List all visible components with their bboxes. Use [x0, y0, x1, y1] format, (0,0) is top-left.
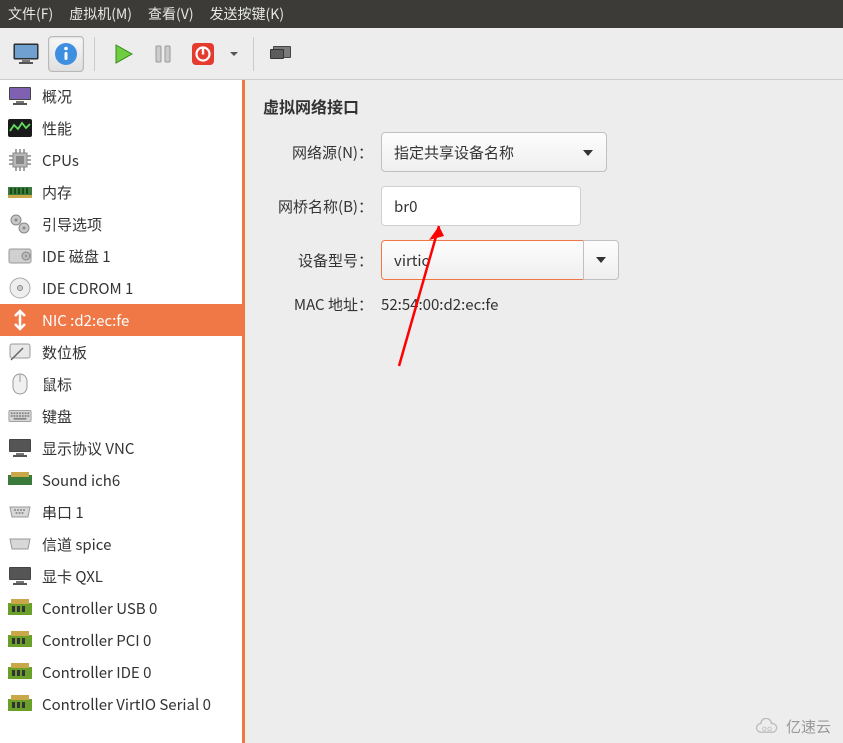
menu-file[interactable]: 文件(F) — [8, 4, 53, 24]
menu-sendkey[interactable]: 发送按键(K) — [210, 4, 285, 24]
device-model-dropdown-button[interactable] — [583, 240, 619, 280]
sidebar-item-label: Controller VirtIO Serial 0 — [42, 694, 211, 715]
sidebar-item-label: 串口 1 — [42, 502, 84, 523]
sidebar-item-serial[interactable]: 串口 1 — [0, 496, 242, 528]
sidebar-item-display[interactable]: 显示协议 VNC — [0, 432, 242, 464]
performance-icon — [8, 117, 32, 139]
fullscreen-button[interactable] — [264, 36, 300, 72]
poweroff-button[interactable] — [185, 36, 221, 72]
sidebar-item-overview[interactable]: 概况 — [0, 80, 242, 112]
toolbar — [0, 28, 843, 80]
watermark: 亿速云 — [754, 716, 831, 737]
sidebar-item-channel[interactable]: 信道 spice — [0, 528, 242, 560]
sidebar-item-ctrl-pci[interactable]: Controller PCI 0 — [0, 624, 242, 656]
network-source-value: 指定共享设备名称 — [394, 142, 514, 163]
sidebar-item-label: 引导选项 — [42, 214, 102, 235]
tablet-icon — [8, 341, 32, 363]
disk-icon — [8, 245, 32, 267]
main-panel: 虚拟网络接口 网络源(N)： 指定共享设备名称 网桥名称(B)： 设备型号： v… — [245, 80, 843, 743]
sidebar-item-video[interactable]: 显卡 QXL — [0, 560, 242, 592]
pause-button[interactable] — [145, 36, 181, 72]
nic-icon — [8, 309, 32, 331]
sidebar-item-label: Controller IDE 0 — [42, 662, 151, 683]
cpu-icon — [8, 149, 32, 171]
monitor-icon — [8, 85, 32, 107]
sidebar-item-memory[interactable]: 内存 — [0, 176, 242, 208]
sound-icon — [8, 469, 32, 491]
sidebar-item-label: IDE CDROM 1 — [42, 278, 133, 299]
sidebar-item-label: NIC :d2:ec:fe — [42, 310, 129, 331]
sidebar-item-performance[interactable]: 性能 — [0, 112, 242, 144]
sidebar-item-label: 概况 — [42, 86, 72, 107]
network-source-label: 网络源(N)： — [263, 142, 373, 163]
sidebar-item-label: 键盘 — [42, 406, 72, 427]
details-button[interactable] — [48, 36, 84, 72]
mouse-icon — [8, 373, 32, 395]
memory-icon — [8, 181, 32, 203]
sidebar-item-label: 信道 spice — [42, 534, 111, 555]
sidebar-item-ctrl-usb[interactable]: Controller USB 0 — [0, 592, 242, 624]
sidebar: 概况 性能 CPUs 内存 引导选项 IDE 磁盘 1 IDE CDROM 1 — [0, 80, 245, 743]
sidebar-item-boot[interactable]: 引导选项 — [0, 208, 242, 240]
sidebar-item-ctrl-ide[interactable]: Controller IDE 0 — [0, 656, 242, 688]
gears-icon — [8, 213, 32, 235]
sidebar-item-label: 内存 — [42, 182, 72, 203]
bridge-name-label: 网桥名称(B)： — [263, 196, 373, 217]
sidebar-item-cpus[interactable]: CPUs — [0, 144, 242, 176]
controller-icon — [8, 629, 32, 651]
sidebar-item-label: 显示协议 VNC — [42, 438, 134, 459]
sidebar-item-label: 显卡 QXL — [42, 566, 103, 587]
sidebar-item-label: 性能 — [42, 118, 72, 139]
channel-icon — [8, 533, 32, 555]
controller-icon — [8, 597, 32, 619]
console-button[interactable] — [8, 36, 44, 72]
menubar: 文件(F) 虚拟机(M) 查看(V) 发送按键(K) — [0, 0, 843, 28]
menu-vm[interactable]: 虚拟机(M) — [69, 4, 132, 24]
serial-icon — [8, 501, 32, 523]
cdrom-icon — [8, 277, 32, 299]
sidebar-item-label: IDE 磁盘 1 — [42, 246, 111, 267]
sidebar-item-label: CPUs — [42, 150, 79, 171]
sidebar-item-keyboard[interactable]: 键盘 — [0, 400, 242, 432]
sidebar-item-disk1[interactable]: IDE 磁盘 1 — [0, 240, 242, 272]
controller-icon — [8, 693, 32, 715]
sidebar-item-ctrl-virtio[interactable]: Controller VirtIO Serial 0 — [0, 688, 242, 720]
sidebar-item-label: 鼠标 — [42, 374, 72, 395]
cloud-icon — [754, 718, 780, 736]
display-icon — [8, 437, 32, 459]
device-model-combo[interactable]: virtio — [381, 240, 619, 280]
sidebar-item-label: Controller PCI 0 — [42, 630, 151, 651]
keyboard-icon — [8, 405, 32, 427]
network-source-combo[interactable]: 指定共享设备名称 — [381, 132, 607, 172]
sidebar-item-sound[interactable]: Sound ich6 — [0, 464, 242, 496]
sidebar-item-mouse[interactable]: 鼠标 — [0, 368, 242, 400]
device-model-value: virtio — [394, 250, 431, 271]
menu-view[interactable]: 查看(V) — [148, 4, 194, 24]
sidebar-item-cdrom1[interactable]: IDE CDROM 1 — [0, 272, 242, 304]
sidebar-item-label: 数位板 — [42, 342, 87, 363]
device-model-label: 设备型号： — [263, 250, 373, 271]
mac-address-value: 52:54:00:d2:ec:fe — [381, 294, 498, 315]
dropdown-arrow-icon — [582, 142, 594, 163]
poweroff-menu-arrow[interactable] — [225, 49, 243, 59]
mac-address-label: MAC 地址： — [263, 294, 373, 315]
section-title: 虚拟网络接口 — [263, 94, 825, 118]
sidebar-item-nic[interactable]: NIC :d2:ec:fe — [0, 304, 242, 336]
sidebar-item-tablet[interactable]: 数位板 — [0, 336, 242, 368]
sidebar-item-label: Controller USB 0 — [42, 598, 157, 619]
video-icon — [8, 565, 32, 587]
watermark-text: 亿速云 — [786, 716, 831, 737]
run-button[interactable] — [105, 36, 141, 72]
sidebar-item-label: Sound ich6 — [42, 470, 120, 491]
bridge-name-input[interactable] — [381, 186, 581, 226]
controller-icon — [8, 661, 32, 683]
